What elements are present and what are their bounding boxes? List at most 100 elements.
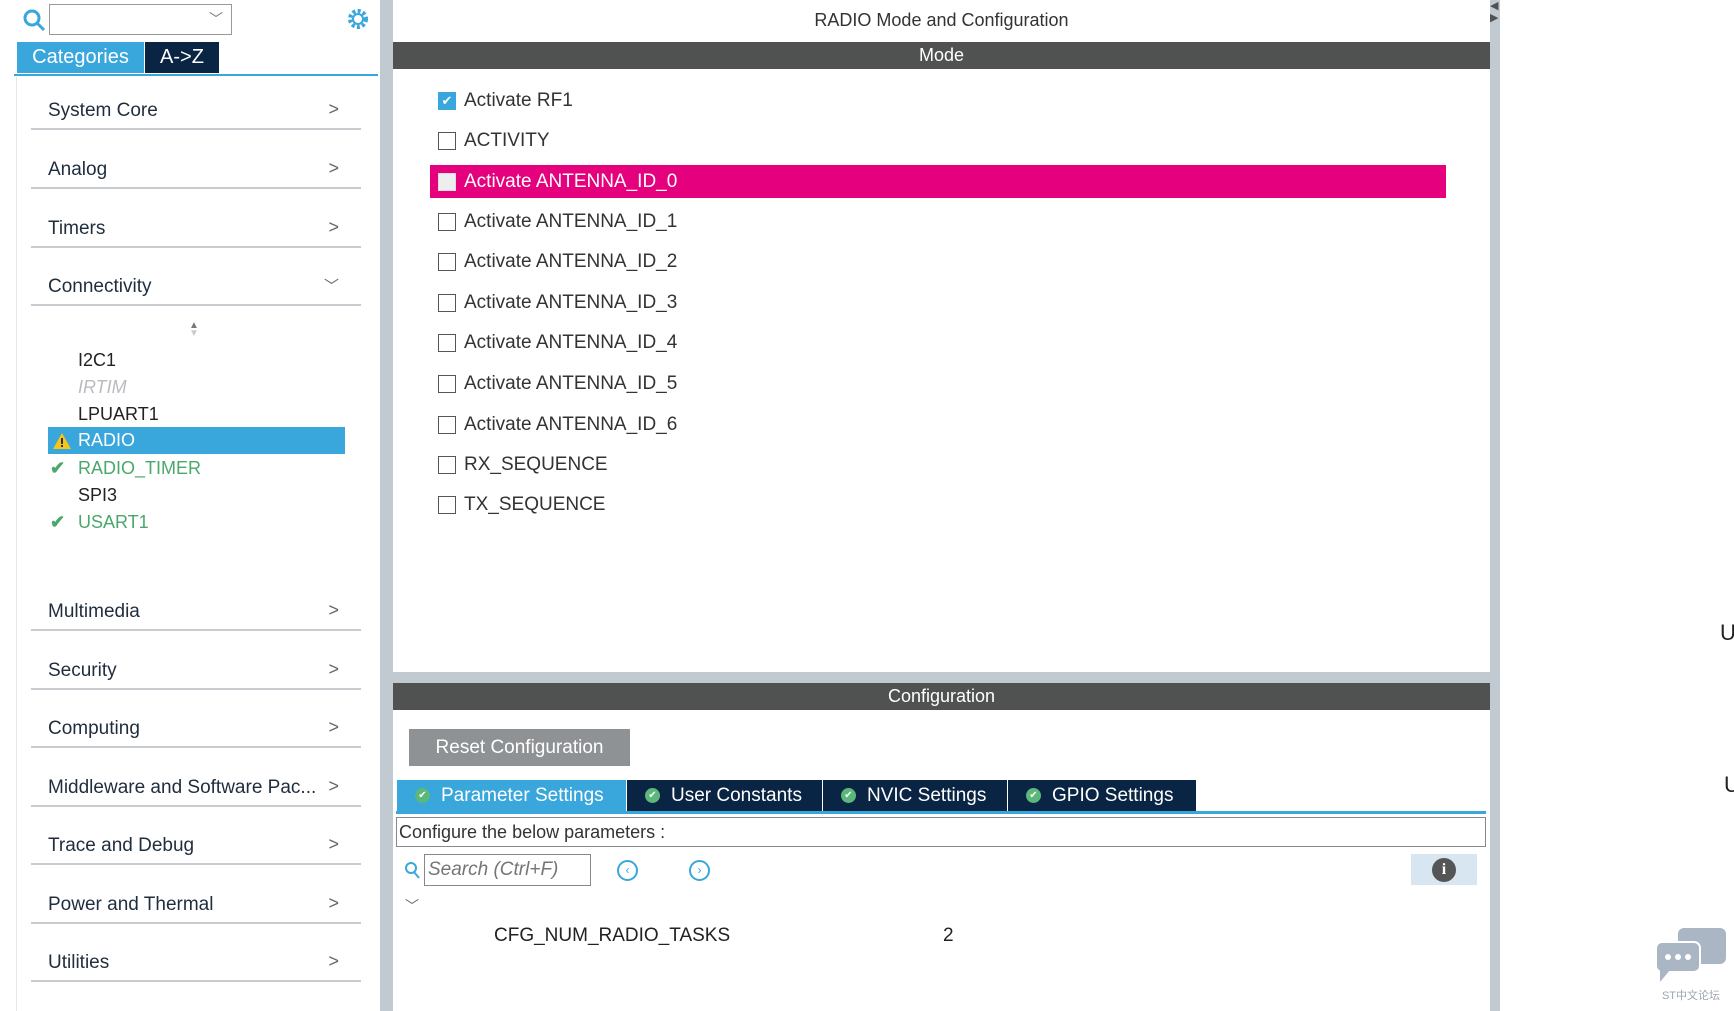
mode-option-checkbox[interactable]: Activate ANTENNA_ID_3 xyxy=(438,286,677,320)
category-system-core[interactable]: System Core > xyxy=(31,72,361,130)
search-icon xyxy=(404,860,422,885)
sort-icon[interactable]: ▲ ▼ xyxy=(189,321,199,339)
mode-option-checkbox[interactable]: ✔ Activate RF1 xyxy=(438,84,573,118)
checkbox-icon[interactable] xyxy=(438,416,456,434)
mode-option-checkbox[interactable]: TX_SEQUENCE xyxy=(438,488,605,522)
chevron-right-icon: > xyxy=(328,217,339,237)
vertical-scrollbar[interactable]: ◀ ▶ xyxy=(1490,0,1500,1011)
checkbox-icon[interactable] xyxy=(438,456,456,474)
tab-label: Parameter Settings xyxy=(441,785,604,806)
reset-configuration-button[interactable]: Reset Configuration xyxy=(409,729,630,766)
mode-option-checkbox[interactable]: Activate ANTENNA_ID_1 xyxy=(438,205,677,239)
peripheral-lpuart1[interactable]: LPUART1 xyxy=(48,401,345,428)
main-panel: RADIO Mode and Configuration Mode ✔ Activ… xyxy=(393,0,1490,1011)
tab-gpio-settings[interactable]: ✔ GPIO Settings xyxy=(1008,780,1197,811)
mode-option-checkbox[interactable]: Activate ANTENNA_ID_2 xyxy=(438,245,677,279)
peripheral-irtim[interactable]: IRTIM xyxy=(48,374,345,401)
checkbox-icon[interactable] xyxy=(438,253,456,271)
checkbox-icon[interactable] xyxy=(438,375,456,393)
check-icon: ✔ xyxy=(50,458,66,478)
next-result-icon[interactable]: › xyxy=(689,860,710,881)
tabs-underline xyxy=(396,811,1486,814)
tab-a-z[interactable]: A->Z xyxy=(145,42,219,73)
info-icon: i xyxy=(1432,858,1456,882)
category-connectivity[interactable]: Connectivity ﹀ xyxy=(31,248,361,306)
category-power-thermal[interactable]: Power and Thermal > xyxy=(31,866,361,924)
parameter-search-input[interactable] xyxy=(424,854,591,886)
checkbox-icon[interactable] xyxy=(438,213,456,231)
checkbox-icon[interactable] xyxy=(438,334,456,352)
category-label: Connectivity xyxy=(48,276,152,297)
peripheral-label: USART1 xyxy=(78,512,149,532)
right-char: U xyxy=(1720,620,1734,645)
mode-option-label: Activate ANTENNA_ID_6 xyxy=(464,414,678,435)
category-security[interactable]: Security > xyxy=(31,632,361,690)
param-row[interactable]: CFG_NUM_RADIO_TASKS 2 xyxy=(494,925,1394,951)
search-combobox[interactable]: ﹀ xyxy=(49,4,232,35)
chevron-right-icon: > xyxy=(328,600,339,620)
mode-option-label: Activate RF1 xyxy=(464,90,573,111)
category-middleware[interactable]: Middleware and Software Pac... > xyxy=(31,749,361,807)
chevron-right-icon: > xyxy=(328,717,339,737)
splitter[interactable] xyxy=(380,0,393,1011)
category-label: Power and Thermal xyxy=(48,894,214,915)
chevron-down-icon: ﹀ xyxy=(323,278,339,295)
configuration-header: Configuration xyxy=(393,683,1490,710)
category-label: System Core xyxy=(48,100,158,121)
param-name: CFG_NUM_RADIO_TASKS xyxy=(494,925,731,946)
peripheral-radio[interactable]: RADIO xyxy=(48,427,345,454)
mode-option-checkbox[interactable]: Activate ANTENNA_ID_6 xyxy=(438,408,677,442)
peripheral-usart1[interactable]: ✔ USART1 xyxy=(48,509,345,536)
tab-parameter-settings[interactable]: ✔ Parameter Settings xyxy=(397,780,627,811)
search-icon[interactable] xyxy=(22,8,46,32)
gear-icon[interactable] xyxy=(345,6,371,37)
collapse-arrow-icon[interactable]: ◀ ▶ xyxy=(1490,0,1498,24)
check-circle-icon: ✔ xyxy=(841,788,856,803)
chevron-right-icon: > xyxy=(328,99,339,119)
category-label: Middleware and Software Pac... xyxy=(48,777,317,798)
mode-option-checkbox[interactable]: Activate ANTENNA_ID_4 xyxy=(438,326,677,360)
checkbox-icon[interactable] xyxy=(438,496,456,514)
peripheral-spi3[interactable]: SPI3 xyxy=(48,482,345,509)
category-trace-debug[interactable]: Trace and Debug > xyxy=(31,807,361,865)
tab-nvic-settings[interactable]: ✔ NVIC Settings xyxy=(823,780,1008,811)
tab-categories[interactable]: Categories xyxy=(17,42,144,73)
chevron-right-icon: > xyxy=(328,893,339,913)
tab-user-constants[interactable]: ✔ User Constants xyxy=(627,780,823,811)
tab-label: GPIO Settings xyxy=(1052,785,1174,806)
chevron-right-icon: > xyxy=(328,659,339,679)
peripheral-label: RADIO_TIMER xyxy=(78,458,202,478)
mode-option-label: Activate ANTENNA_ID_4 xyxy=(464,332,678,353)
mode-option-checkbox[interactable]: Activate ANTENNA_ID_5 xyxy=(438,367,677,401)
checkbox-checked-icon[interactable]: ✔ xyxy=(438,92,456,110)
chevron-right-icon: > xyxy=(328,951,339,971)
chevron-down-icon[interactable]: ﹀ xyxy=(209,9,223,29)
category-utilities[interactable]: Utilities > xyxy=(31,924,361,982)
mode-option-checkbox[interactable]: ACTIVITY xyxy=(438,124,550,158)
mode-option-checkbox[interactable]: RX_SEQUENCE xyxy=(438,448,608,482)
forum-logo: ST中文论坛 xyxy=(1652,926,1730,1006)
mode-option-label: ACTIVITY xyxy=(464,130,550,151)
warning-icon xyxy=(52,431,72,458)
category-label: Utilities xyxy=(48,952,110,973)
previous-result-icon[interactable]: ‹ xyxy=(617,860,638,881)
check-circle-icon: ✔ xyxy=(1026,788,1041,803)
checkbox-icon[interactable] xyxy=(438,132,456,150)
category-label: Trace and Debug xyxy=(48,835,195,856)
checkbox-icon[interactable] xyxy=(438,294,456,312)
peripheral-label: RADIO xyxy=(78,430,136,450)
category-multimedia[interactable]: Multimedia > xyxy=(31,573,361,631)
peripheral-radio-timer[interactable]: ✔ RADIO_TIMER xyxy=(48,455,345,482)
param-value[interactable]: 2 xyxy=(943,925,954,947)
mode-header: Mode xyxy=(393,42,1490,69)
info-button[interactable]: i xyxy=(1411,854,1477,885)
category-label: Multimedia xyxy=(48,601,140,622)
category-analog[interactable]: Analog > xyxy=(31,131,361,189)
category-computing[interactable]: Computing > xyxy=(31,690,361,748)
checkbox-icon[interactable] xyxy=(438,173,456,191)
mode-option-checkbox[interactable]: Activate ANTENNA_ID_0 xyxy=(438,165,677,199)
peripheral-i2c1[interactable]: I2C1 xyxy=(48,347,345,374)
category-timers[interactable]: Timers > xyxy=(31,190,361,248)
section-separator[interactable] xyxy=(393,672,1490,683)
chevron-down-icon[interactable]: ﹀ xyxy=(405,896,419,916)
